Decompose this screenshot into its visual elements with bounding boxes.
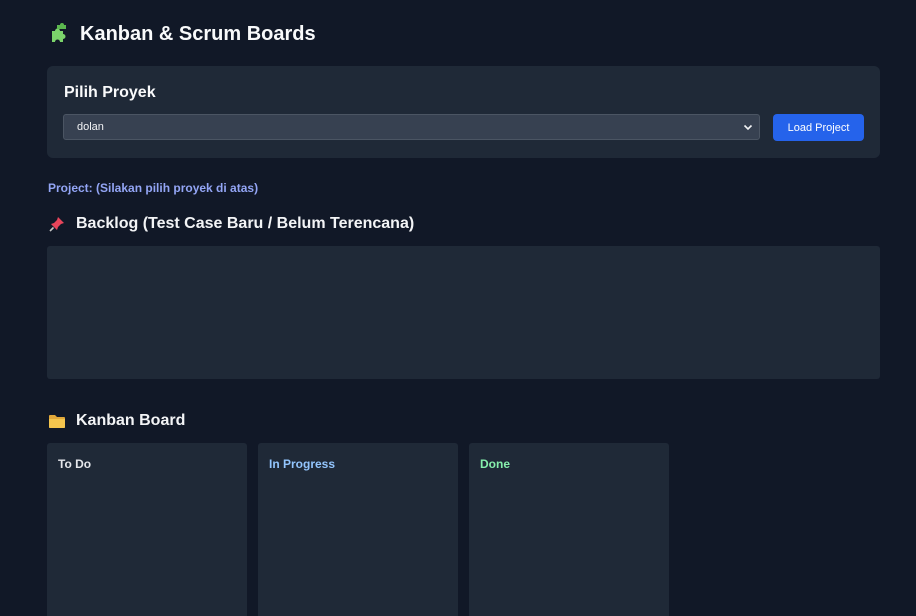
- column-title-done: Done: [480, 457, 510, 471]
- project-picker-panel: Pilih Proyek dolan Load Project: [47, 66, 880, 158]
- pushpin-icon: [48, 215, 66, 233]
- page-title: Kanban & Scrum Boards: [48, 20, 316, 48]
- kanban-column-in-progress[interactable]: In Progress: [258, 443, 458, 616]
- kanban-column-done[interactable]: Done: [469, 443, 669, 616]
- kanban-title-text: Kanban Board: [76, 412, 186, 429]
- puzzle-icon: [48, 23, 70, 45]
- backlog-dropzone[interactable]: [47, 246, 880, 379]
- project-picker-title: Pilih Proyek: [64, 84, 156, 101]
- backlog-title-text: Backlog (Test Case Baru / Belum Terencan…: [76, 215, 415, 232]
- project-select-value: dolan: [77, 121, 104, 133]
- folder-icon: [48, 413, 66, 429]
- kanban-title: Kanban Board: [48, 412, 185, 430]
- load-project-button[interactable]: Load Project: [773, 114, 864, 141]
- column-title-in-progress: In Progress: [269, 457, 336, 471]
- chevron-down-icon: [743, 122, 753, 132]
- page: Kanban & Scrum Boards Pilih Proyek dolan…: [0, 0, 916, 616]
- column-title-todo: To Do: [58, 457, 92, 471]
- page-title-text: Kanban & Scrum Boards: [80, 22, 316, 45]
- project-select[interactable]: dolan: [63, 114, 760, 140]
- backlog-title: Backlog (Test Case Baru / Belum Terencan…: [48, 215, 414, 233]
- kanban-column-todo[interactable]: To Do: [47, 443, 247, 616]
- project-status: Project: (Silakan pilih proyek di atas): [48, 181, 259, 195]
